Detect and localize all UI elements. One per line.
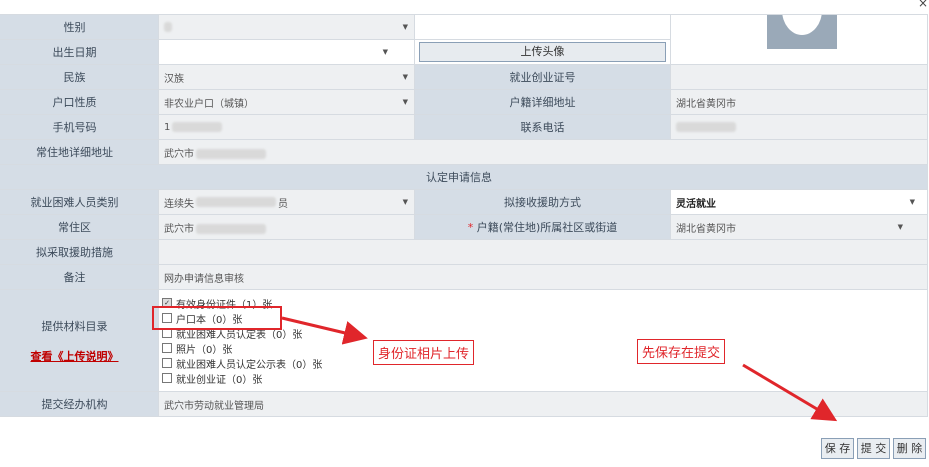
- residence-area-field[interactable]: 武穴市: [158, 214, 415, 240]
- dropdown-arrow-icon: ▼: [382, 48, 388, 56]
- assist-method-select[interactable]: 灵活就业 ▼: [670, 189, 928, 215]
- save-button[interactable]: 保 存: [821, 438, 854, 459]
- annotation-id-upload: 身份证相片上传: [373, 340, 475, 365]
- dropdown-arrow-icon: ▼: [402, 23, 408, 31]
- submit-button[interactable]: 提 交: [857, 438, 890, 459]
- employment-cert-field[interactable]: [670, 64, 928, 90]
- upload-instructions-link[interactable]: 查看《上传说明》: [31, 350, 119, 363]
- remark-label: 备注: [0, 264, 159, 290]
- material-item-label: 就业创业证（0）张: [176, 374, 263, 386]
- assist-method-label: 拟接收援助方式: [414, 189, 671, 215]
- material-checkbox[interactable]: [162, 343, 172, 353]
- dropdown-arrow-icon: ▼: [402, 73, 408, 81]
- measures-field[interactable]: [158, 239, 928, 265]
- residence-area-label: 常住区: [0, 214, 159, 240]
- remark-field[interactable]: 网办申请信息审核: [158, 264, 928, 290]
- tel-field[interactable]: [670, 114, 928, 140]
- material-item: 照片（0）张: [162, 341, 927, 356]
- upload-photo-cell: 上传头像: [414, 39, 671, 65]
- dropdown-arrow-icon: ▼: [402, 198, 408, 206]
- section-title: 认定申请信息: [0, 164, 928, 190]
- hukou-address-field[interactable]: 湖北省黄冈市: [670, 89, 928, 115]
- community-select[interactable]: 湖北省黄冈市 ▼: [670, 214, 928, 240]
- hukou-address-label: 户籍详细地址: [414, 89, 671, 115]
- avatar: [767, 15, 837, 49]
- material-item-label: 就业困难人员认定公示表（0）张: [176, 359, 323, 371]
- empty-cell: [414, 14, 671, 40]
- difficulty-category-label: 就业困难人员类别: [0, 189, 159, 215]
- employment-cert-label: 就业创业证号: [414, 64, 671, 90]
- dropdown-arrow-icon: ▼: [897, 223, 903, 231]
- annotation-save-first: 先保存在提交: [637, 339, 726, 364]
- ethnic-label: 民族: [0, 64, 159, 90]
- tel-label: 联系电话: [414, 114, 671, 140]
- dropdown-arrow-icon: ▼: [402, 98, 408, 106]
- phone-label: 手机号码: [0, 114, 159, 140]
- difficulty-category-select[interactable]: 连续失员 ▼: [158, 189, 415, 215]
- hukou-type-select[interactable]: 非农业户口（城镇） ▼: [158, 89, 415, 115]
- materials-label: 提供材料目录: [41, 319, 108, 333]
- birth-date-label: 出生日期: [0, 39, 159, 65]
- close-icon[interactable]: ×: [918, 0, 928, 10]
- upload-photo-button[interactable]: 上传头像: [419, 42, 666, 62]
- community-label: * 户籍(常住地)所属社区或街道: [414, 214, 671, 240]
- agency-label: 提交经办机构: [0, 391, 159, 417]
- dropdown-arrow-icon: ▼: [909, 198, 915, 206]
- phone-field[interactable]: 1: [158, 114, 415, 140]
- top-bar: ×: [0, 0, 929, 14]
- residence-address-label: 常住地详细地址: [0, 139, 159, 165]
- measures-label: 拟采取援助措施: [0, 239, 159, 265]
- materials-label-cell: 提供材料目录 查看《上传说明》: [0, 289, 159, 392]
- material-item: 就业困难人员认定公示表（0）张: [162, 356, 927, 371]
- action-buttons: 保 存 提 交 删 除: [821, 438, 926, 459]
- birth-date-select[interactable]: ▼: [158, 39, 415, 65]
- material-item-label: 照片（0）张: [176, 344, 233, 356]
- material-checkbox[interactable]: [162, 358, 172, 368]
- avatar-cell: [670, 14, 928, 65]
- residence-address-field[interactable]: 武穴市: [158, 139, 928, 165]
- material-item: 就业创业证（0）张: [162, 371, 927, 386]
- hukou-type-label: 户口性质: [0, 89, 159, 115]
- material-checkbox[interactable]: [162, 373, 172, 383]
- materials-list: ✓ 有效身份证件（1）张 户口本（0）张 就业困难人员认定表（0）张 照片（0）张 就业困…: [158, 289, 928, 392]
- gender-select[interactable]: ▼: [158, 14, 415, 40]
- agency-field[interactable]: 武穴市劳动就业管理局: [158, 391, 928, 417]
- delete-button[interactable]: 删 除: [893, 438, 926, 459]
- gender-label: 性别: [0, 14, 159, 40]
- ethnic-select[interactable]: 汉族 ▼: [158, 64, 415, 90]
- annotation-highlight-box: [152, 306, 282, 330]
